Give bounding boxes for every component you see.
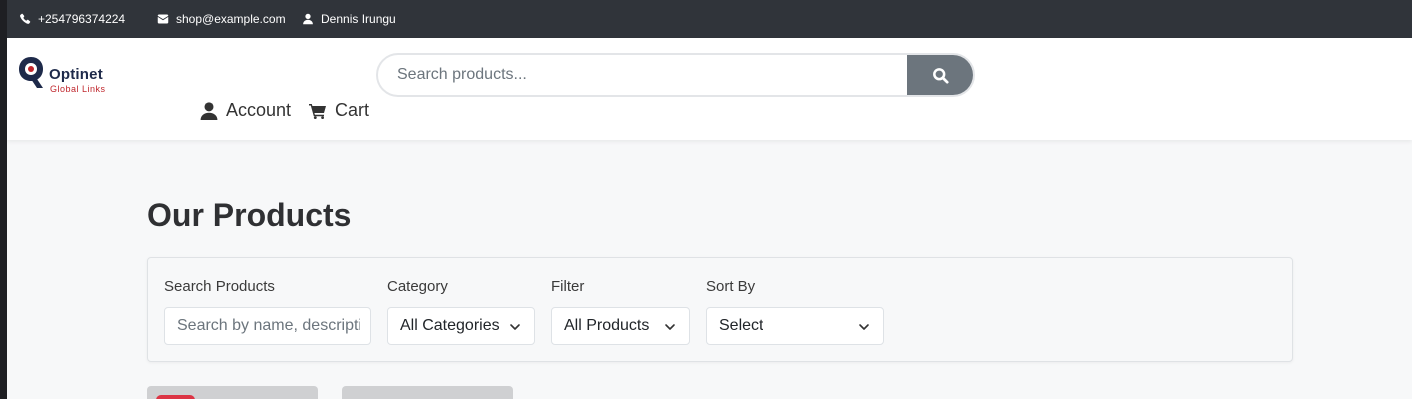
chevron-down-icon [859,324,869,330]
nav-account-label: Account [226,100,292,120]
page-title: Our Products [147,197,352,233]
product-card[interactable] [147,386,318,399]
sort-select-value: Select [719,317,764,334]
top-info-bar: +254796374224 shop@example.com Dennis Ir… [7,0,1412,38]
site-header: Optinet Global Links Account Cart [7,38,1412,140]
header-search-button[interactable] [907,55,973,95]
header-search-input[interactable] [378,55,907,95]
account-icon [200,101,218,120]
category-select[interactable]: All Categories [387,307,535,345]
chevron-down-icon [665,324,675,330]
logo-name: Optinet [49,66,103,83]
logo-mark-icon [19,57,43,88]
user-name: Dennis Irungu [321,12,396,26]
search-products-label: Search Products [164,278,275,295]
filter-select-value: All Products [564,317,650,334]
phone-icon [20,13,31,24]
phone-contact[interactable]: +254796374224 [19,12,125,26]
phone-number: +254796374224 [38,12,126,26]
category-label: Category [387,278,448,295]
sort-select[interactable]: Select [706,307,884,345]
nav-account[interactable]: Account [200,100,291,121]
brand-logo[interactable]: Optinet Global Links [17,54,127,96]
product-badge [156,395,195,399]
email-address: shop@example.com [176,12,286,26]
product-search-field [164,307,371,345]
product-card[interactable] [342,386,513,399]
sort-by-label: Sort By [706,278,756,295]
filter-select[interactable]: All Products [551,307,690,345]
logo-tagline: Global Links [50,84,106,94]
user-contact[interactable]: Dennis Irungu [302,12,396,26]
header-search [376,53,975,97]
user-icon [303,13,313,25]
filter-label: Filter [551,278,585,295]
product-search-input[interactable] [177,317,360,335]
nav-cart-label: Cart [335,100,370,120]
category-select-value: All Categories [400,317,500,334]
mail-icon [157,14,169,24]
email-contact[interactable]: shop@example.com [157,12,286,26]
filter-panel: Search Products Category All Categories … [147,257,1293,362]
cart-icon [309,103,326,119]
search-icon [932,67,949,84]
page: +254796374224 shop@example.com Dennis Ir… [7,0,1412,399]
chevron-down-icon [510,324,520,330]
nav-cart[interactable]: Cart [309,100,369,121]
